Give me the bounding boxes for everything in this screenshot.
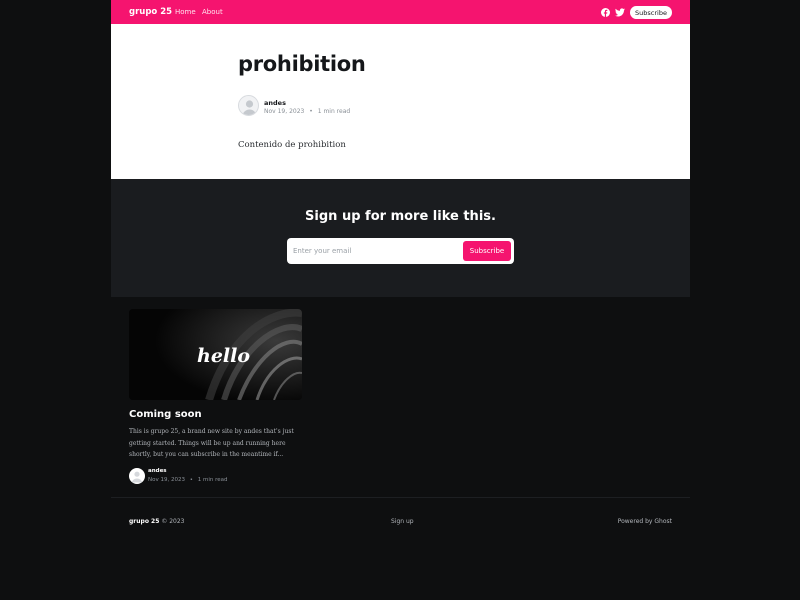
author-name[interactable]: andes bbox=[264, 99, 286, 107]
signup-section: Sign up for more like this. Subscribe bbox=[111, 179, 690, 297]
post-content: Contenido de prohibition bbox=[238, 140, 346, 150]
footer-signup-link[interactable]: Sign up bbox=[391, 518, 414, 525]
card-meta-separator: • bbox=[189, 477, 193, 483]
post-card-excerpt: This is grupo 25, a brand new site by an… bbox=[129, 428, 294, 458]
card-author-avatar[interactable] bbox=[129, 468, 145, 484]
nav-home[interactable]: Home bbox=[175, 8, 196, 16]
card-author-name[interactable]: andes bbox=[148, 468, 167, 474]
read-time: 1 min read bbox=[317, 108, 351, 115]
site-brand[interactable]: grupo 25 bbox=[129, 7, 172, 17]
footer-powered-by[interactable]: Powered by Ghost bbox=[618, 518, 672, 525]
nav-about[interactable]: About bbox=[202, 8, 223, 16]
post-feed: hello Coming soon This is grupo 25, a br… bbox=[111, 297, 690, 497]
email-input[interactable] bbox=[293, 242, 458, 260]
card-read-time: 1 min read bbox=[197, 477, 228, 483]
header-subscribe-button[interactable]: Subscribe bbox=[630, 6, 672, 19]
twitter-icon[interactable] bbox=[615, 7, 625, 17]
footer-divider bbox=[111, 497, 690, 498]
card-date: Nov 19, 2023 bbox=[148, 477, 185, 483]
signup-subscribe-button[interactable]: Subscribe bbox=[463, 241, 511, 261]
post-card-image[interactable]: hello bbox=[129, 309, 302, 400]
signup-title: Sign up for more like this. bbox=[305, 209, 496, 224]
footer-copyright: © 2023 bbox=[161, 518, 185, 525]
card-meta: Nov 19, 2023 • 1 min read bbox=[148, 477, 228, 483]
article: prohibition andes Nov 19, 2023 • 1 min r… bbox=[111, 24, 690, 179]
signup-form: Subscribe bbox=[287, 238, 514, 264]
author-avatar[interactable] bbox=[238, 95, 259, 116]
page: grupo 25 Home About Subscribe prohibitio… bbox=[111, 0, 690, 600]
footer-brand: grupo 25 © 2023 bbox=[129, 518, 185, 525]
card-image-text: hello bbox=[197, 345, 250, 367]
footer-brand-link[interactable]: grupo 25 bbox=[129, 518, 159, 525]
post-date: Nov 19, 2023 bbox=[264, 108, 305, 115]
site-header: grupo 25 Home About Subscribe bbox=[111, 0, 690, 24]
post-meta: Nov 19, 2023 • 1 min read bbox=[264, 108, 350, 115]
meta-separator: • bbox=[309, 108, 313, 115]
post-title: prohibition bbox=[238, 52, 366, 76]
post-card-title[interactable]: Coming soon bbox=[129, 409, 202, 420]
facebook-icon[interactable] bbox=[600, 7, 610, 17]
